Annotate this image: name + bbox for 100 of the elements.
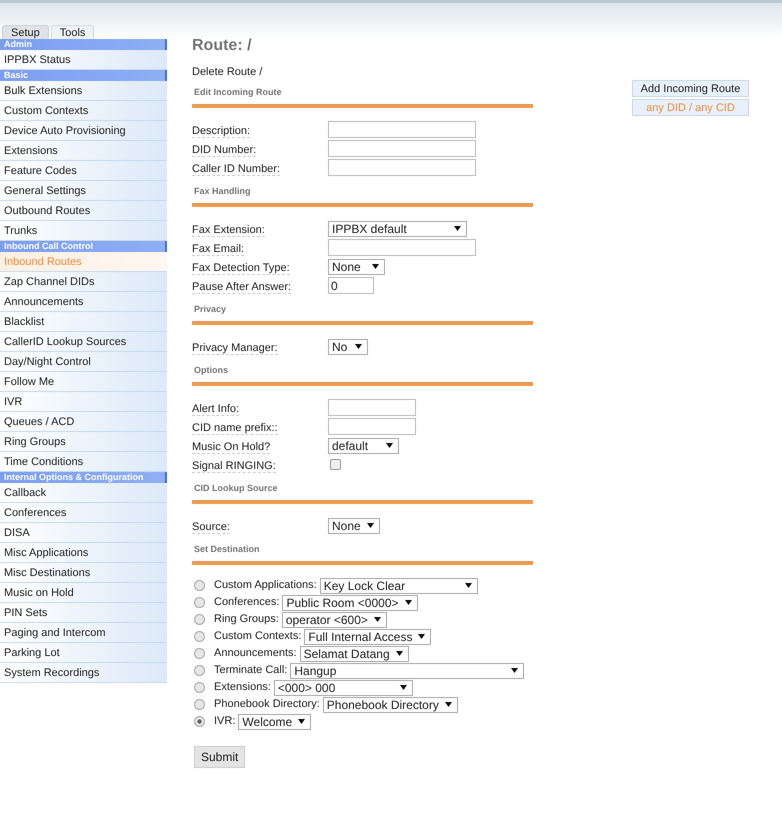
dropdown[interactable]: Public Room <0000> xyxy=(282,594,418,610)
section-heading: Fax Handling xyxy=(194,186,252,197)
sidebar-item[interactable]: Custom Contexts xyxy=(0,101,167,121)
caret-icon xyxy=(400,685,407,690)
dropdown[interactable]: None xyxy=(328,258,385,274)
sidebar-group-header: Internal Options & Configuration xyxy=(0,472,167,483)
sidebar-item[interactable]: CallerID Lookup Sources xyxy=(0,332,167,352)
destination-label: IVR: xyxy=(214,714,236,730)
destination-label: Phonebook Directory: xyxy=(214,697,320,712)
sidebar-item[interactable]: Feature Codes xyxy=(0,161,167,181)
dropdown[interactable]: default xyxy=(328,438,399,454)
input-field[interactable] xyxy=(328,239,476,256)
caret-icon xyxy=(454,226,461,231)
field-label: Pause After Answer: xyxy=(192,280,292,294)
sidebar-item[interactable]: Callback xyxy=(0,483,167,503)
field-label: Source: xyxy=(192,520,230,534)
destination-label: Extensions: xyxy=(214,680,271,696)
input-field[interactable] xyxy=(328,399,416,416)
sidebar-item[interactable]: Follow Me xyxy=(0,372,167,392)
dropdown[interactable]: Phonebook Directory xyxy=(322,696,458,712)
sidebar-item[interactable]: Day/Night Control xyxy=(0,352,167,372)
input-field[interactable]: 0 xyxy=(328,277,374,294)
field-label: Music On Hold? xyxy=(192,440,270,454)
sidebar-item[interactable]: System Recordings xyxy=(0,663,167,683)
radio-button[interactable] xyxy=(194,665,205,676)
sidebar-item[interactable]: IVR xyxy=(0,392,167,412)
field-label: Fax Email: xyxy=(192,242,244,256)
dropdown[interactable]: Welcome xyxy=(238,714,312,730)
field-label: Fax Extension: xyxy=(192,224,265,236)
field-label: DID Number: xyxy=(192,144,256,156)
destination-label: Announcements: xyxy=(214,646,297,662)
sidebar-item[interactable]: PIN Sets xyxy=(0,603,167,623)
tab[interactable]: Setup xyxy=(2,25,49,39)
dropdown[interactable]: Hangup xyxy=(290,662,524,678)
input-field[interactable] xyxy=(328,159,476,176)
field-label: Privacy Manager: xyxy=(192,342,278,354)
sidebar-item[interactable]: Extensions xyxy=(0,141,167,161)
sidebar-item[interactable]: Music on Hold xyxy=(0,583,167,603)
delete-route-link[interactable]: Delete Route / xyxy=(192,66,262,79)
sidebar-item[interactable]: Bulk Extensions xyxy=(0,81,167,101)
caret-icon xyxy=(511,668,518,673)
destination-label: Terminate Call: xyxy=(214,663,288,678)
sidebar-item[interactable]: Misc Destinations xyxy=(0,563,167,583)
dropdown[interactable]: No xyxy=(328,338,368,354)
sidebar-item[interactable]: Conferences xyxy=(0,503,167,523)
radio-button[interactable] xyxy=(194,682,205,693)
caret-icon xyxy=(464,583,472,588)
checkbox[interactable] xyxy=(330,459,341,470)
radio-button[interactable] xyxy=(194,716,205,727)
dropdown[interactable]: <000> 000 xyxy=(274,680,413,696)
tab[interactable]: Tools xyxy=(50,25,94,39)
field-label: Signal RINGING: xyxy=(192,460,276,472)
sidebar-item[interactable]: Blacklist xyxy=(0,312,167,332)
page-title: Route: / xyxy=(192,36,253,56)
radio-button[interactable] xyxy=(194,580,205,591)
sidebar-item[interactable]: Time Conditions xyxy=(0,452,167,472)
radio-button[interactable] xyxy=(194,648,205,659)
caret-icon xyxy=(418,634,426,639)
dropdown[interactable]: Key Lock Clear xyxy=(320,578,478,594)
dropdown[interactable]: IPPBX default xyxy=(328,220,467,236)
sidebar-item[interactable]: General Settings xyxy=(0,181,167,201)
destination-label: Conferences: xyxy=(214,595,280,610)
destination-label: Ring Groups: xyxy=(214,612,279,628)
destination-label: Custom Contexts: xyxy=(214,629,302,644)
section-heading: Set Destination xyxy=(194,544,261,555)
sidebar-item[interactable]: Parking Lot xyxy=(0,643,167,663)
caret-icon xyxy=(405,600,412,605)
input-field[interactable] xyxy=(328,418,416,435)
sidebar-item[interactable]: IPPBX Status xyxy=(0,50,167,70)
radio-button[interactable] xyxy=(194,597,205,608)
caret-icon xyxy=(298,719,306,724)
dropdown[interactable]: Full Internal Access xyxy=(304,628,432,644)
sidebar-item[interactable]: Zap Channel DIDs xyxy=(0,272,167,292)
sidebar-item[interactable]: Queues / ACD xyxy=(0,412,167,432)
input-field[interactable] xyxy=(328,121,476,138)
sidebar-group-header: Inbound Call Control xyxy=(0,241,167,252)
sidebar-item[interactable]: Misc Applications xyxy=(0,543,167,563)
dropdown[interactable]: Selamat Datang xyxy=(300,646,409,662)
dropdown[interactable]: None xyxy=(328,518,380,534)
input-field[interactable] xyxy=(328,140,476,157)
sidebar-item[interactable]: Outbound Routes xyxy=(0,201,167,221)
sidebar-item[interactable]: Device Auto Provisioning xyxy=(0,121,167,141)
sidebar-item[interactable]: Trunks xyxy=(0,221,167,241)
caret-icon xyxy=(355,344,362,349)
section-heading: CID Lookup Source xyxy=(194,483,279,494)
sidebar-item[interactable]: DISA xyxy=(0,523,167,543)
field-label: Fax Detection Type: xyxy=(192,262,290,274)
side-link[interactable]: Add Incoming Route xyxy=(632,80,749,97)
sidebar-item[interactable]: Ring Groups xyxy=(0,432,167,452)
sidebar-item[interactable]: Announcements xyxy=(0,292,167,312)
sidebar-group-header: Admin xyxy=(0,39,167,50)
caret-icon xyxy=(372,264,379,269)
field-label: Alert Info: xyxy=(192,402,240,416)
radio-button[interactable] xyxy=(194,699,205,710)
caret-icon xyxy=(396,651,403,656)
radio-button[interactable] xyxy=(194,631,205,642)
submit-button[interactable]: Submit xyxy=(194,746,246,768)
sidebar-item[interactable]: Paging and Intercom xyxy=(0,623,167,643)
radio-button[interactable] xyxy=(194,614,205,625)
dropdown[interactable]: operator <600> xyxy=(282,612,387,628)
